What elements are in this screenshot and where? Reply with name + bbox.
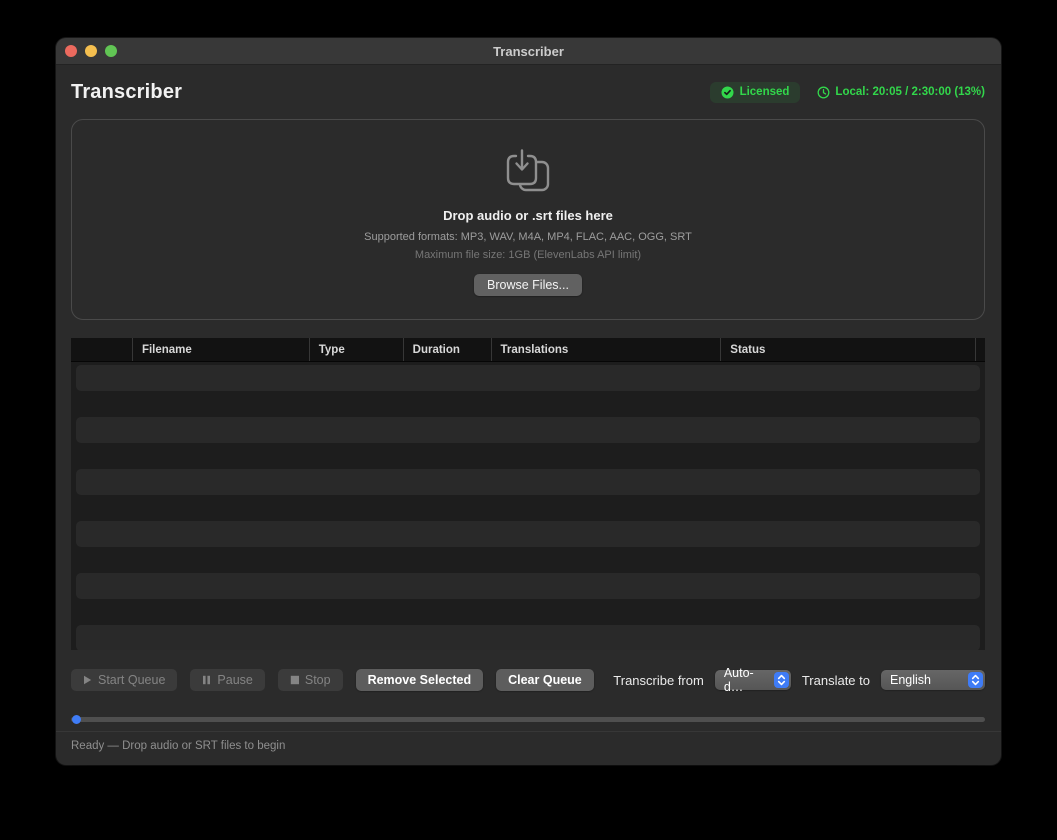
window-title: Transcriber (56, 44, 1001, 59)
table-row (76, 365, 980, 391)
column-header-row-indicator (71, 338, 132, 361)
pause-icon (202, 675, 211, 685)
usage-text: Local: 20:05 / 2:30:00 (13%) (835, 86, 985, 98)
dropzone[interactable]: Drop audio or .srt files here Supported … (71, 119, 985, 320)
queue-toolbar: Start Queue Pause Stop Remove Selected (71, 669, 985, 691)
transcribe-from-label: Transcribe from (613, 673, 704, 688)
translate-to-value: English (890, 673, 931, 687)
page-title: Transcriber (71, 81, 182, 104)
column-header-status[interactable]: Status (720, 338, 975, 361)
table-row (76, 469, 980, 495)
table-row (71, 495, 985, 521)
traffic-lights (65, 38, 117, 64)
window-titlebar[interactable]: Transcriber (56, 38, 1001, 65)
table-header: Filename Type Duration Translations Stat… (71, 338, 985, 362)
licensed-badge: Licensed (710, 82, 801, 103)
table-row (76, 417, 980, 443)
column-header-translations[interactable]: Translations (491, 338, 721, 361)
progress-track (71, 717, 985, 722)
chevron-up-down-icon (968, 672, 983, 688)
play-icon (83, 675, 92, 685)
table-row (71, 547, 985, 573)
translate-to-select[interactable]: English (881, 670, 985, 690)
column-header-type[interactable]: Type (309, 338, 403, 361)
clock-icon (817, 86, 830, 99)
translate-to-label: Translate to (802, 673, 870, 688)
close-window-button[interactable] (65, 45, 77, 57)
main-content: Transcriber Licensed L (56, 65, 1001, 731)
app-header: Transcriber Licensed L (71, 65, 985, 119)
minimize-window-button[interactable] (85, 45, 97, 57)
start-queue-button[interactable]: Start Queue (71, 669, 177, 691)
queue-progress (71, 715, 985, 724)
browse-files-button[interactable]: Browse Files... (474, 274, 582, 296)
status-bar: Ready — Drop audio or SRT files to begin (56, 731, 1001, 765)
zoom-window-button[interactable] (105, 45, 117, 57)
stop-button[interactable]: Stop (278, 669, 343, 691)
stop-icon (290, 675, 299, 685)
language-controls: Transcribe from Auto-d… Translate to Eng… (613, 670, 985, 690)
pause-label: Pause (217, 673, 252, 687)
app-window: Transcriber Transcriber Licensed (56, 38, 1001, 765)
column-header-gutter (975, 338, 985, 361)
usage-indicator: Local: 20:05 / 2:30:00 (13%) (817, 86, 985, 99)
table-row (76, 521, 980, 547)
licensed-label: Licensed (740, 86, 790, 98)
remove-selected-button[interactable]: Remove Selected (356, 669, 484, 691)
chevron-up-down-icon (774, 672, 789, 688)
status-text: Ready — Drop audio or SRT files to begin (71, 740, 285, 752)
progress-indicator (72, 715, 81, 724)
column-header-filename[interactable]: Filename (132, 338, 309, 361)
table-row (71, 443, 985, 469)
table-body (71, 362, 985, 650)
dropzone-formats: Supported formats: MP3, WAV, M4A, MP4, F… (364, 231, 692, 243)
pause-button[interactable]: Pause (190, 669, 264, 691)
header-status-group: Licensed Local: 20:05 / 2:30:00 (13%) (710, 82, 985, 103)
table-row (71, 599, 985, 625)
table-row (71, 391, 985, 417)
table-row (76, 573, 980, 599)
license-check-icon (721, 86, 734, 99)
clear-queue-button[interactable]: Clear Queue (496, 669, 594, 691)
dropzone-title: Drop audio or .srt files here (443, 208, 613, 223)
dropzone-max-size: Maximum file size: 1GB (ElevenLabs API l… (415, 249, 641, 261)
column-header-duration[interactable]: Duration (403, 338, 491, 361)
drop-files-icon (505, 149, 551, 193)
stop-label: Stop (305, 673, 331, 687)
transcribe-from-value: Auto-d… (724, 666, 767, 694)
transcribe-from-select[interactable]: Auto-d… (715, 670, 791, 690)
desktop: Transcriber Transcriber Licensed (0, 0, 1057, 840)
file-queue-table: Filename Type Duration Translations Stat… (71, 338, 985, 650)
start-queue-label: Start Queue (98, 673, 165, 687)
table-row (76, 625, 980, 650)
